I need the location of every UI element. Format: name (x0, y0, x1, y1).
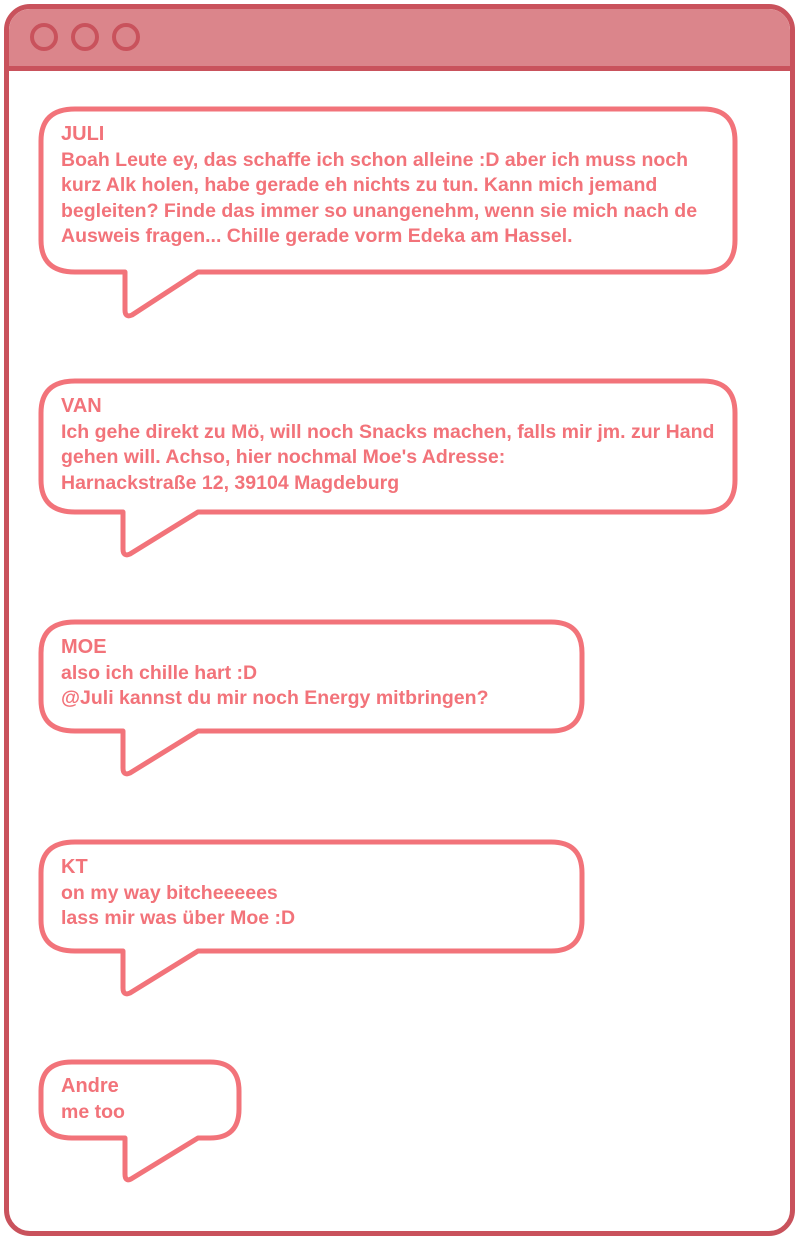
minimize-icon[interactable] (71, 23, 99, 51)
maximize-icon[interactable] (112, 23, 140, 51)
title-bar (9, 9, 790, 71)
close-icon[interactable] (30, 23, 58, 51)
chat-window (4, 4, 795, 1236)
